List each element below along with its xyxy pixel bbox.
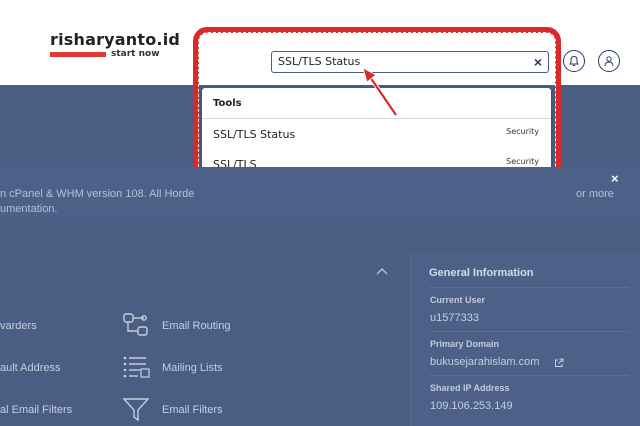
notice-more-text: or more: [576, 188, 614, 200]
panel-title: General Information: [429, 267, 534, 279]
chevron-up-icon[interactable]: [376, 266, 388, 276]
panel-divider: [429, 375, 629, 376]
global-email-filters-link[interactable]: al Email Filters: [0, 404, 72, 416]
email-routing-icon[interactable]: [122, 312, 150, 338]
notice-text: n cPanel & WHM version 108. All Horde: [0, 188, 195, 200]
close-notice-button[interactable]: ×: [611, 171, 619, 186]
notifications-button[interactable]: [563, 50, 585, 72]
shared-ip-label: Shared IP Address: [430, 383, 510, 393]
logo-text: risharyanto.id: [50, 30, 181, 49]
default-address-link[interactable]: ault Address: [0, 362, 61, 374]
panel-divider: [429, 287, 629, 288]
brand-logo[interactable]: risharyanto.id start now: [50, 30, 181, 59]
filter-icon[interactable]: [122, 396, 150, 422]
bell-icon: [569, 55, 579, 67]
current-user-value: u1577333: [430, 312, 479, 324]
email-filters-link[interactable]: Email Filters: [162, 404, 223, 416]
notice-documentation-link[interactable]: umentation.: [0, 203, 57, 215]
current-user-label: Current User: [430, 295, 486, 305]
general-information-panel: General Information Current User u157733…: [410, 252, 640, 426]
mailing-lists-link[interactable]: Mailing Lists: [162, 362, 223, 374]
mailing-lists-icon[interactable]: [122, 354, 150, 380]
logo-tagline: start now: [111, 49, 160, 59]
email-routing-link[interactable]: Email Routing: [162, 320, 230, 332]
primary-domain-label: Primary Domain: [430, 339, 500, 349]
user-icon: [604, 56, 614, 67]
external-link-icon[interactable]: [554, 358, 564, 368]
pointer-arrow-icon: [362, 67, 398, 117]
user-menu-button[interactable]: [598, 50, 620, 72]
logo-underline: [50, 52, 106, 57]
primary-domain-link[interactable]: bukusejarahislam.com: [430, 356, 539, 368]
panel-divider: [429, 331, 629, 332]
email-forwarders-link[interactable]: varders: [0, 320, 37, 332]
shared-ip-value: 109.106.253.149: [430, 400, 513, 412]
